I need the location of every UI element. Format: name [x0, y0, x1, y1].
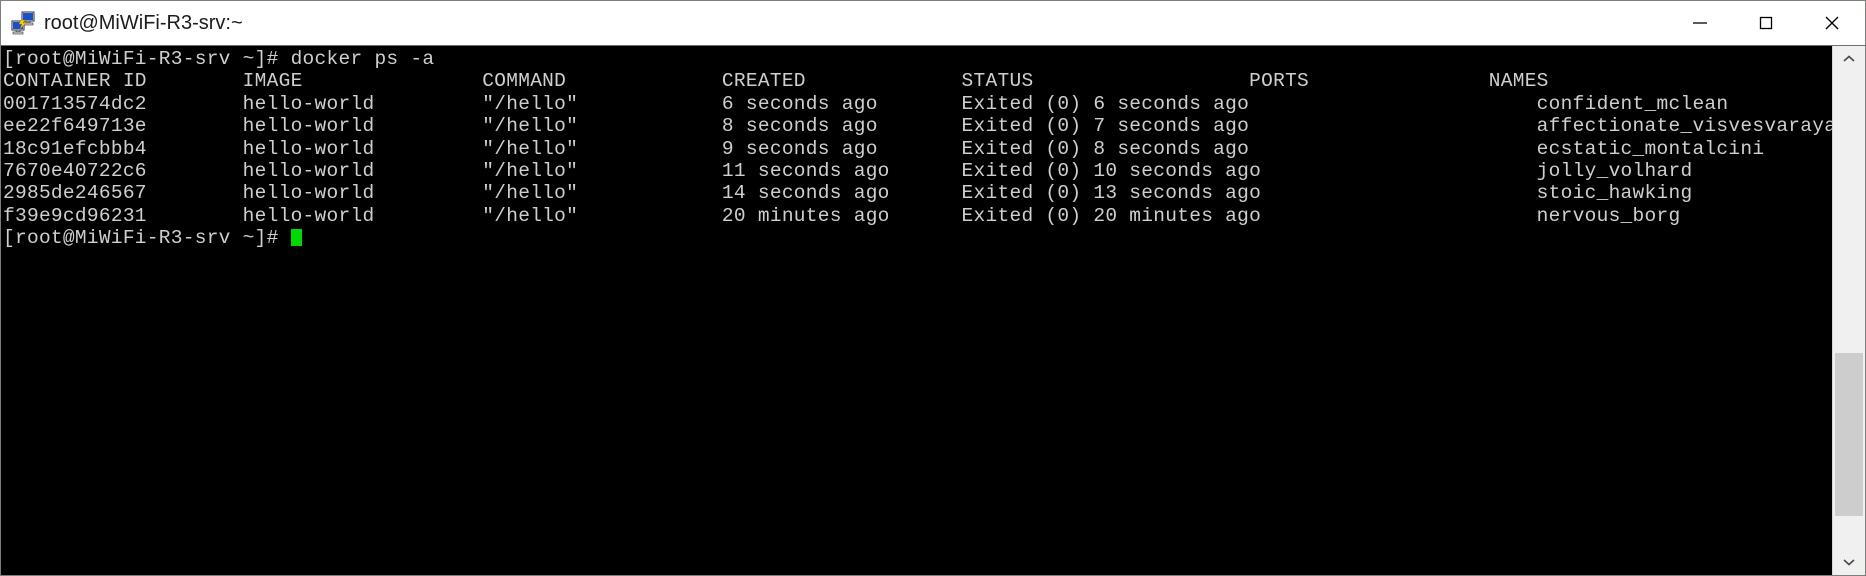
terminal-output[interactable]: [root@MiWiFi-R3-srv ~]# docker ps -a CON… [1, 46, 1832, 575]
table-row: 18c91efcbbb4 hello-world "/hello" 9 seco… [3, 137, 1765, 160]
network-computers-icon [10, 10, 36, 36]
chevron-down-icon [1843, 559, 1855, 566]
terminal-window: root@MiWiFi-R3-srv:~ [root@MiWiFi-R3-srv… [0, 0, 1866, 576]
table-row: ee22f649713e hello-world "/hello" 8 seco… [3, 115, 1832, 138]
chevron-up-icon [1843, 55, 1855, 62]
minimize-icon [1693, 22, 1707, 24]
scrollbar-thumb[interactable] [1835, 353, 1863, 516]
table-row: 2985de246567 hello-world "/hello" 14 sec… [3, 182, 1693, 205]
scroll-down-button[interactable] [1833, 549, 1865, 575]
terminal-prompt-line: [root@MiWiFi-R3-srv ~]# [3, 227, 1832, 249]
minimize-button[interactable] [1667, 1, 1733, 45]
title-bar-left: root@MiWiFi-R3-srv:~ [1, 1, 1667, 45]
terminal-command-line: [root@MiWiFi-R3-srv ~]# docker ps -a [3, 48, 435, 70]
terminal-cursor [290, 229, 302, 247]
prompt-text: [root@MiWiFi-R3-srv ~]# [3, 227, 291, 250]
maximize-button[interactable] [1733, 1, 1799, 45]
maximize-icon [1759, 16, 1773, 30]
vertical-scrollbar[interactable] [1832, 46, 1865, 575]
table-row: f39e9cd96231 hello-world "/hello" 20 min… [3, 204, 1681, 227]
close-icon [1825, 16, 1839, 30]
close-button[interactable] [1799, 1, 1865, 45]
window-title: root@MiWiFi-R3-srv:~ [44, 11, 243, 34]
window-controls [1667, 1, 1865, 45]
title-bar[interactable]: root@MiWiFi-R3-srv:~ [1, 1, 1865, 45]
scroll-up-button[interactable] [1833, 46, 1865, 72]
scrollbar-track[interactable] [1833, 72, 1865, 549]
terminal-table-header: CONTAINER ID IMAGE COMMAND CREATED STATU… [3, 70, 1549, 93]
table-row: 7670e40722c6 hello-world "/hello" 11 sec… [3, 159, 1693, 182]
table-row: 001713574dc2 hello-world "/hello" 6 seco… [3, 92, 1729, 115]
terminal-area: [root@MiWiFi-R3-srv ~]# docker ps -a CON… [1, 45, 1865, 575]
